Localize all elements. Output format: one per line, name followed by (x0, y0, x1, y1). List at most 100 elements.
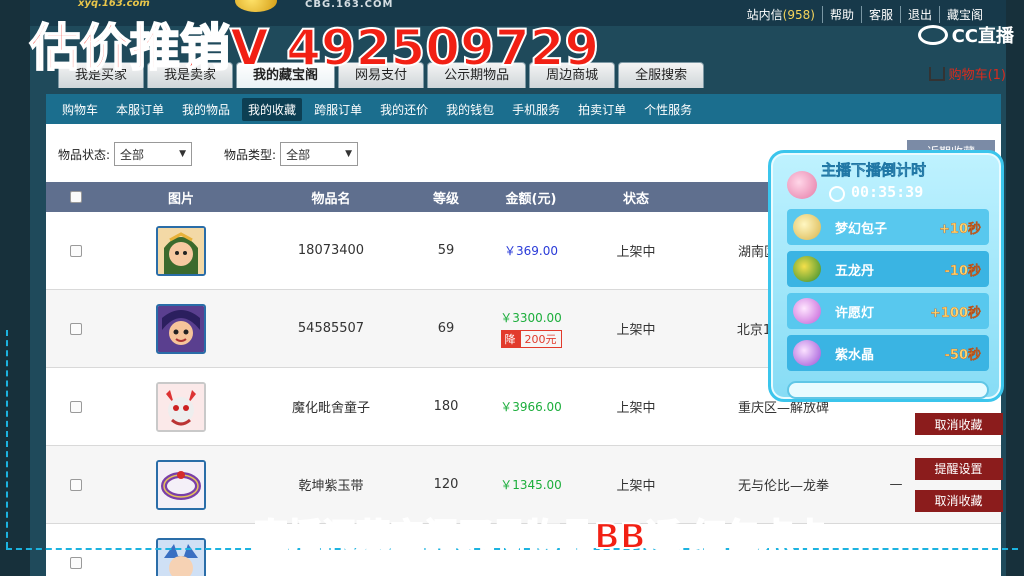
row-checkbox[interactable] (70, 400, 82, 413)
subnav-my-items[interactable]: 我的物品 (176, 98, 236, 121)
subnav-favorites[interactable]: 我的收藏 (242, 97, 303, 121)
item-name[interactable]: 54585507 (256, 290, 406, 367)
item-level: 69 (437, 321, 455, 336)
gift-item: 梦幻包子 +10秒 (787, 209, 989, 245)
col-name: 物品名 (311, 191, 351, 207)
overlay-dashed-border (6, 330, 8, 548)
subnav-cart[interactable]: 购物车 (56, 98, 104, 121)
cc-logo-text: CC直播 (951, 26, 1014, 47)
cart-label: 购物车(1) (948, 68, 1006, 83)
gift-item: 紫水晶 -50秒 (787, 335, 989, 371)
item-price-cell: ￥369.00 (486, 212, 576, 289)
row-checkbox[interactable] (70, 244, 82, 257)
col-level: 等级 (432, 191, 459, 207)
thumb-cell (106, 212, 256, 289)
subnav-cross-orders[interactable]: 跨服订单 (308, 98, 368, 121)
mascot-icon (787, 171, 817, 199)
row-check-cell (46, 290, 106, 367)
row-actions: 提醒设置 取消收藏 (914, 446, 1003, 523)
inbox-link[interactable]: 站内信(958) (740, 6, 822, 23)
dragon-pill-icon (793, 256, 821, 282)
item-status: 上架中 (616, 245, 656, 260)
type-select[interactable]: 全部 ▼ (280, 142, 359, 166)
countdown-progress-bar (787, 381, 989, 399)
chevron-down-icon: ▼ (179, 149, 187, 159)
gift-bonus: +10秒 (939, 221, 981, 237)
row-check-cell (46, 524, 106, 576)
status-filter-label: 物品状态: (58, 147, 111, 162)
status-select[interactable]: 全部 ▼ (114, 142, 193, 166)
item-price: ￥1345.00 (500, 478, 562, 492)
countdown-time: 00:35:39 (851, 183, 924, 201)
stream-frame: xyq.163.com CBG.163.COM 站内信(958) 帮助 客服 退… (0, 0, 1024, 576)
item-level: 180 (433, 399, 459, 414)
col-amount: 金额(元) (505, 191, 557, 207)
gift-bonus: +100秒 (929, 305, 981, 321)
select-all-checkbox[interactable] (70, 191, 82, 203)
type-filter-label: 物品类型: (224, 147, 277, 162)
character-avatar[interactable] (156, 225, 206, 276)
character-avatar[interactable] (156, 303, 206, 354)
bun-icon (793, 214, 821, 240)
select-all-cell (46, 182, 106, 212)
gift-name: 梦幻包子 (835, 221, 888, 237)
row-check-cell (46, 446, 106, 523)
item-price-cell: ￥3966.00 (486, 368, 576, 445)
clock-icon (829, 186, 845, 202)
subnav-my-offers[interactable]: 我的还价 (374, 98, 434, 121)
subnav-personal[interactable]: 个性服务 (638, 98, 698, 121)
filter-bar: 物品状态: 全部 ▼ 物品类型: 全部 ▼ (58, 142, 390, 166)
gift-name: 紫水晶 (835, 347, 875, 363)
col-image: 图片 (167, 191, 194, 207)
promo-banner-bottom: 直播间藏宝阁买号物品BB返 红包点卡 (253, 516, 829, 558)
col-status: 状态 (622, 191, 649, 207)
item-name[interactable]: 18073400 (256, 212, 406, 289)
price-drop-badge: 降 200元 (500, 330, 562, 348)
cc-live-logo: CC直播 (917, 22, 1014, 48)
help-link[interactable]: 帮助 (821, 6, 861, 23)
cart-link[interactable]: 购物车(1) (928, 64, 1006, 83)
gift-name: 许愿灯 (835, 305, 875, 321)
top-links: 站内信(958) 帮助 客服 退出 藏宝阁 (740, 6, 990, 23)
support-link[interactable]: 客服 (860, 6, 900, 23)
item-extra: — (889, 477, 903, 492)
item-status: 上架中 (616, 323, 656, 338)
item-price: ￥3300.00 (500, 311, 562, 325)
character-avatar[interactable] (156, 537, 206, 576)
gift-bonus: -10秒 (944, 263, 981, 279)
promo-banner-top: 估价推销V 492509729 (29, 18, 600, 78)
item-price: ￥369.00 (504, 244, 558, 258)
item-status: 上架中 (616, 401, 656, 416)
sub-nav: 购物车 本服订单 我的物品 我的收藏 跨服订单 我的还价 我的钱包 手机服务 拍… (46, 94, 1001, 124)
cbg-link[interactable]: 藏宝阁 (938, 6, 990, 23)
belt-item-icon[interactable] (156, 459, 206, 510)
subnav-wallet[interactable]: 我的钱包 (440, 98, 500, 121)
gift-name: 五龙丹 (835, 263, 875, 279)
row-checkbox[interactable] (70, 556, 82, 569)
unfavorite-button[interactable]: 取消收藏 (914, 489, 1003, 512)
pet-avatar[interactable] (156, 381, 206, 432)
row-check-cell (46, 212, 106, 289)
unfavorite-button[interactable]: 取消收藏 (914, 413, 1003, 435)
item-name[interactable]: 魔化毗舍童子 (256, 368, 406, 445)
logout-link[interactable]: 退出 (899, 6, 939, 23)
row-checkbox[interactable] (70, 478, 82, 491)
reminder-settings-button[interactable]: 提醒设置 (914, 457, 1003, 480)
wish-lantern-icon (793, 298, 821, 324)
subnav-server-orders[interactable]: 本服订单 (110, 98, 170, 121)
item-price: ￥3966.00 (500, 400, 562, 414)
tab-all-server-search[interactable]: 全服搜索 (618, 62, 705, 88)
row-check-cell (46, 368, 106, 445)
item-level: 59 (437, 243, 455, 258)
amethyst-icon (793, 340, 821, 366)
row-checkbox[interactable] (70, 322, 82, 335)
chevron-down-icon: ▼ (345, 149, 353, 159)
thumb-cell (106, 524, 256, 576)
countdown-widget: 主播下播倒计时 00:35:39 梦幻包子 +10秒 五龙丹 -10秒 许愿灯 … (768, 150, 1004, 402)
subnav-mobile[interactable]: 手机服务 (506, 98, 566, 121)
price-drop-value: 200元 (519, 330, 562, 348)
subnav-auction[interactable]: 拍卖订单 (572, 98, 632, 121)
item-price-cell: ￥3300.00 降 200元 (486, 290, 576, 367)
cc-logo-icon (917, 25, 948, 45)
type-select-value: 全部 (286, 147, 311, 162)
